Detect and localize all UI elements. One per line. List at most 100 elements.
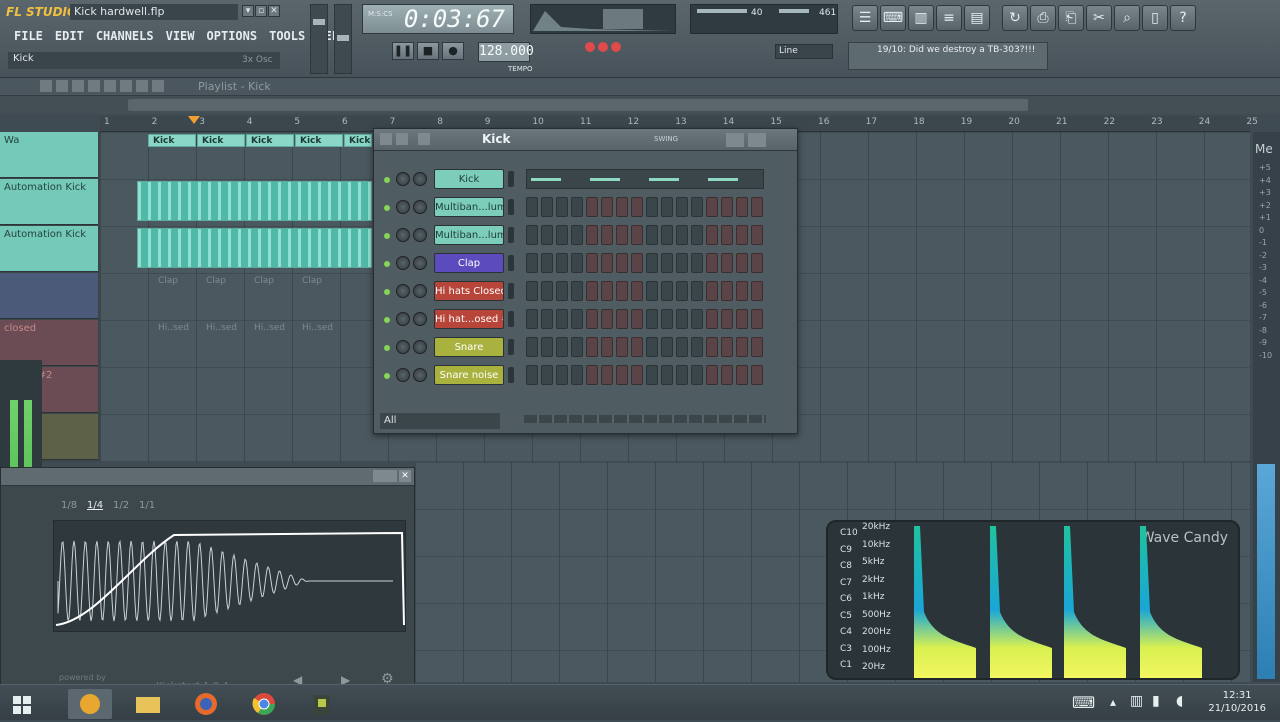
step-button[interactable] (751, 225, 763, 245)
plugin-next-icon[interactable] (385, 470, 397, 482)
step-button[interactable] (646, 253, 658, 273)
step-button[interactable] (691, 365, 703, 385)
slice-tool-icon[interactable] (104, 80, 116, 92)
step-button[interactable] (556, 365, 568, 385)
cut-icon[interactable]: ✂ (1086, 5, 1112, 31)
clap-clip[interactable]: Clap (254, 276, 274, 286)
plugin-prev-icon[interactable] (373, 470, 385, 482)
sidechain-curve[interactable] (53, 520, 406, 632)
menu-edit[interactable]: EDIT (49, 28, 90, 46)
step-button[interactable] (571, 197, 583, 217)
mute-tool-icon[interactable] (88, 80, 100, 92)
tempo-display[interactable]: 128.000 (478, 42, 534, 62)
rate-1-1[interactable]: 1/1 (139, 500, 155, 511)
step-button[interactable] (571, 309, 583, 329)
step-button[interactable] (571, 225, 583, 245)
kick-graph-row[interactable] (526, 169, 764, 189)
channel-enable-led[interactable] (384, 345, 390, 351)
step-button[interactable] (526, 197, 538, 217)
menu-tools[interactable]: TOOLS (263, 28, 311, 46)
step-button[interactable] (691, 281, 703, 301)
playlist-icon[interactable]: ☰ (852, 5, 878, 31)
step-button[interactable] (526, 365, 538, 385)
step-button[interactable] (526, 309, 538, 329)
channel-volume-knob[interactable] (413, 368, 427, 382)
step-button[interactable] (616, 309, 628, 329)
step-button[interactable] (631, 253, 643, 273)
fl-studio-taskbar-icon[interactable] (68, 689, 112, 719)
step-button[interactable] (736, 309, 748, 329)
snap-select[interactable]: Line (775, 44, 833, 59)
step-button[interactable] (676, 253, 688, 273)
step-button[interactable] (616, 281, 628, 301)
rack-options-icon[interactable] (418, 133, 430, 145)
rack-arrow-icon[interactable] (380, 133, 392, 145)
step-button[interactable] (661, 281, 673, 301)
hats-clip[interactable]: Hi..sed (206, 323, 237, 333)
step-button[interactable] (676, 309, 688, 329)
browser-icon[interactable]: ▤ (964, 5, 990, 31)
step-button[interactable] (691, 309, 703, 329)
pattern-clip[interactable]: Kick (344, 134, 372, 147)
step-edit-icon[interactable] (611, 42, 621, 52)
step-button[interactable] (586, 309, 598, 329)
rate-1-2[interactable]: 1/2 (113, 500, 129, 511)
step-button[interactable] (601, 225, 613, 245)
keyboard-icon[interactable]: ⌨ (1072, 693, 1095, 712)
playlist-scrollbar[interactable] (0, 96, 1280, 114)
master-pitch-slider[interactable] (334, 4, 352, 74)
step-button[interactable] (736, 281, 748, 301)
step-button[interactable] (736, 197, 748, 217)
step-button[interactable] (661, 309, 673, 329)
save-icon[interactable]: ⎙ (1030, 5, 1056, 31)
step-button[interactable] (676, 365, 688, 385)
minimize-icon[interactable]: ▾ (242, 5, 254, 17)
step-button[interactable] (601, 197, 613, 217)
track-header[interactable]: Automation Kick (0, 226, 98, 272)
channel-volume-knob[interactable] (413, 200, 427, 214)
step-button[interactable] (556, 281, 568, 301)
channel-pan-knob[interactable] (396, 200, 410, 214)
zoom-tool-icon[interactable] (136, 80, 148, 92)
document-icon[interactable]: ▯ (1142, 5, 1168, 31)
hats-clip[interactable]: Hi..sed (254, 323, 285, 333)
step-button[interactable] (526, 337, 538, 357)
step-button[interactable] (571, 281, 583, 301)
playback-tool-icon[interactable] (152, 80, 164, 92)
channel-button[interactable]: Hi hats Closed (434, 281, 504, 301)
menu-options[interactable]: OPTIONS (201, 28, 264, 46)
step-button[interactable] (586, 365, 598, 385)
step-button[interactable] (706, 197, 718, 217)
step-button[interactable] (721, 309, 733, 329)
step-button[interactable] (616, 253, 628, 273)
step-button[interactable] (586, 225, 598, 245)
track-header[interactable]: Wa (0, 132, 98, 178)
step-button[interactable] (541, 253, 553, 273)
track-header[interactable] (0, 273, 98, 319)
step-button[interactable] (571, 253, 583, 273)
step-button[interactable] (646, 365, 658, 385)
loop-record-icon[interactable] (598, 42, 608, 52)
step-button[interactable] (706, 225, 718, 245)
pause-button[interactable]: ❚❚ (392, 42, 414, 60)
step-button[interactable] (571, 365, 583, 385)
channel-select[interactable] (508, 255, 514, 271)
step-button[interactable] (646, 281, 658, 301)
rate-1-4[interactable]: 1/4 (87, 500, 103, 511)
render-icon[interactable]: ⎗ (1058, 5, 1084, 31)
channel-pan-knob[interactable] (396, 340, 410, 354)
news-panel[interactable]: 19/10: Did we destroy a TB-303?!!! (848, 42, 1048, 70)
draw-tool-icon[interactable] (40, 80, 52, 92)
step-button[interactable] (721, 337, 733, 357)
step-button[interactable] (706, 309, 718, 329)
step-button[interactable] (736, 253, 748, 273)
step-button[interactable] (541, 281, 553, 301)
channel-volume-knob[interactable] (413, 228, 427, 242)
step-button[interactable] (526, 225, 538, 245)
app-taskbar-icon[interactable] (300, 689, 344, 719)
channel-button[interactable]: Snare (434, 337, 504, 357)
step-button[interactable] (616, 337, 628, 357)
restore-icon[interactable]: ▫ (255, 5, 267, 17)
pattern-clip[interactable]: Kick (246, 134, 294, 147)
channel-pan-knob[interactable] (396, 284, 410, 298)
